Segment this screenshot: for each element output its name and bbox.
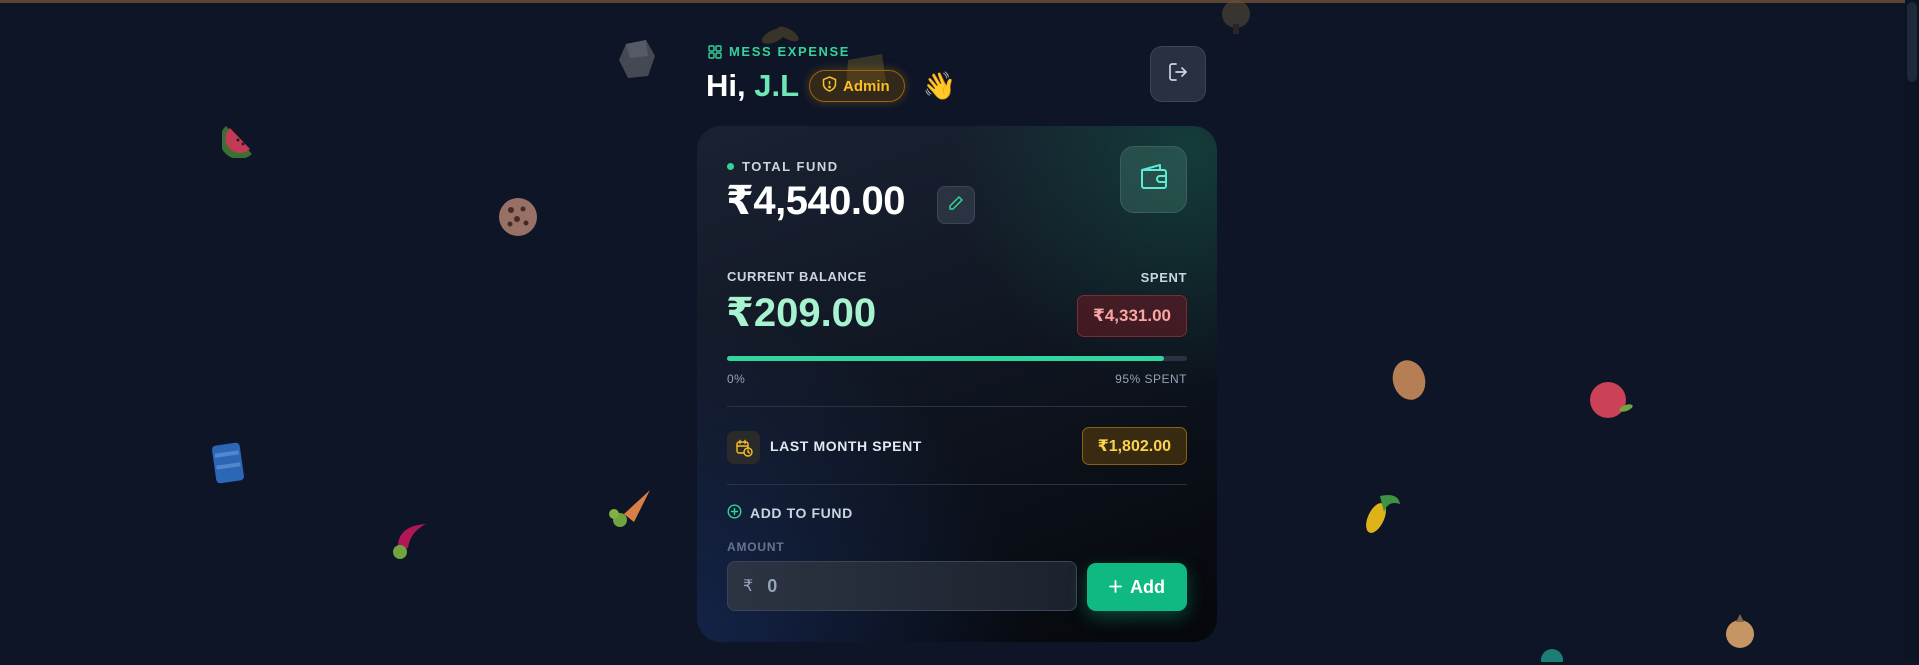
current-balance-label: CURRENT BALANCE bbox=[727, 269, 867, 284]
greeting-text: Hi, J.L bbox=[706, 68, 799, 104]
current-balance-amount: ₹209.00 bbox=[726, 291, 877, 335]
rock-icon bbox=[618, 38, 656, 83]
spent-amount-badge: ₹4,331.00 bbox=[1076, 295, 1187, 337]
divider bbox=[727, 406, 1187, 407]
add-button-label: Add bbox=[1130, 576, 1165, 597]
wallet-badge bbox=[1120, 146, 1187, 213]
wallet-icon bbox=[1138, 162, 1170, 197]
last-month-label: LAST MONTH SPENT bbox=[770, 438, 922, 454]
watermelon-icon bbox=[219, 116, 262, 161]
page-scrollbar[interactable] bbox=[1905, 0, 1919, 659]
spent-progress-fill bbox=[727, 356, 1164, 361]
add-to-fund-header: ADD TO FUND bbox=[727, 504, 853, 522]
plus-icon bbox=[1109, 577, 1122, 598]
status-dot bbox=[727, 163, 734, 170]
corn-icon bbox=[1358, 490, 1402, 539]
mushroom-icon bbox=[1220, 0, 1252, 37]
carrot-icon bbox=[606, 488, 654, 535]
app-label: MESS EXPENSE bbox=[708, 44, 850, 59]
ball-icon bbox=[1540, 648, 1564, 665]
calendar-clock-icon bbox=[727, 431, 760, 464]
potato-icon bbox=[1390, 358, 1428, 405]
add-fund-button[interactable]: Add bbox=[1087, 563, 1187, 611]
user-name: J.L bbox=[754, 68, 800, 103]
amount-field[interactable]: ₹ bbox=[727, 561, 1077, 611]
spent-progress-bar bbox=[727, 356, 1187, 361]
total-fund-label-text: TOTAL FUND bbox=[742, 159, 839, 174]
progress-spent-label: 95% SPENT bbox=[1115, 372, 1187, 386]
total-fund-amount: ₹4,540.00 bbox=[726, 179, 906, 223]
greeting: Hi, J.L Admin 👋 bbox=[706, 68, 956, 104]
greeting-prefix: Hi, bbox=[706, 68, 746, 103]
amount-label: AMOUNT bbox=[727, 540, 785, 554]
divider bbox=[727, 484, 1187, 485]
app-label-text: MESS EXPENSE bbox=[729, 44, 851, 59]
can-icon bbox=[208, 440, 248, 489]
onion-icon bbox=[1722, 612, 1758, 653]
last-month-amount-badge: ₹1,802.00 bbox=[1081, 427, 1187, 465]
waving-hand-icon: 👋 bbox=[922, 71, 957, 102]
plus-circle-icon bbox=[727, 504, 742, 522]
cookie-icon bbox=[498, 197, 538, 240]
amount-input[interactable] bbox=[765, 574, 1050, 598]
top-accent-line bbox=[0, 0, 1919, 3]
admin-badge: Admin bbox=[809, 70, 905, 102]
pencil-icon bbox=[948, 195, 964, 216]
fund-card: TOTAL FUND ₹4,540.00 CURRENT BALANCE ₹20… bbox=[697, 126, 1217, 642]
shield-icon bbox=[822, 76, 837, 96]
progress-min-label: 0% bbox=[727, 372, 746, 386]
admin-badge-label: Admin bbox=[843, 77, 890, 95]
scrollbar-thumb[interactable] bbox=[1907, 2, 1917, 82]
total-fund-label: TOTAL FUND bbox=[727, 159, 839, 174]
spent-label: SPENT bbox=[1140, 270, 1187, 285]
add-to-fund-title: ADD TO FUND bbox=[750, 505, 853, 521]
rupee-prefix: ₹ bbox=[743, 578, 754, 595]
logout-button[interactable] bbox=[1150, 46, 1206, 102]
logout-icon bbox=[1166, 60, 1190, 89]
edit-fund-button[interactable] bbox=[937, 186, 975, 224]
dashboard-icon bbox=[708, 44, 722, 59]
radish-icon bbox=[388, 518, 434, 563]
apple-icon bbox=[1586, 378, 1634, 423]
